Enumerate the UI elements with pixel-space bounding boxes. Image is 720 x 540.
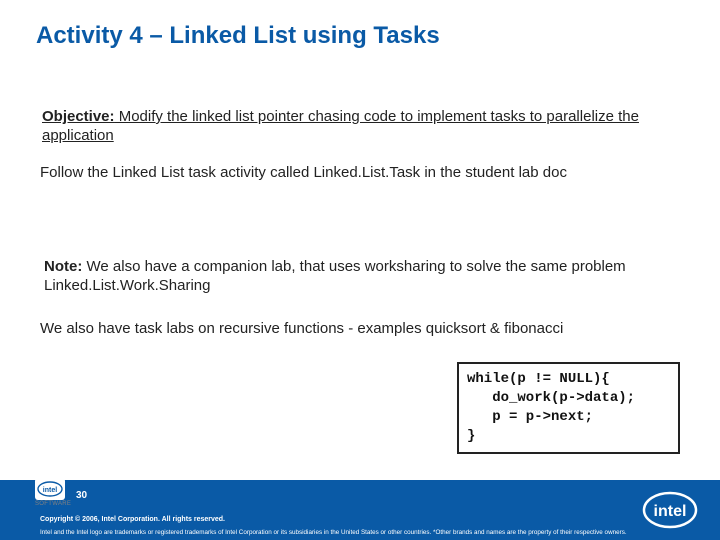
copyright-text: Copyright © 2006, Intel Corporation. All… (40, 516, 225, 523)
slide-title: Activity 4 – Linked List using Tasks (36, 22, 440, 50)
note-paragraph: Note: We also have a companion lab, that… (44, 258, 664, 296)
software-label: SOFTWARE (35, 501, 71, 507)
intel-logo-large-icon: intel (642, 490, 698, 530)
objective-label: Objective: (42, 108, 115, 125)
svg-text:intel: intel (43, 487, 57, 494)
footer-band: intel SOFTWARE 30 Copyright © 2006, Inte… (0, 480, 720, 540)
task-labs-paragraph: We also have task labs on recursive func… (40, 320, 660, 339)
follow-paragraph: Follow the Linked List task activity cal… (40, 164, 660, 183)
svg-text:intel: intel (654, 503, 687, 520)
trademark-text: Intel and the Intel logo are trademarks … (40, 529, 680, 536)
objective-paragraph: Objective: Modify the linked list pointe… (42, 108, 662, 146)
objective-text: Modify the linked list pointer chasing c… (42, 108, 639, 144)
page-number: 30 (76, 490, 87, 501)
note-text: We also have a companion lab, that uses … (44, 258, 626, 294)
note-label: Note: (44, 258, 82, 275)
code-snippet-box: while(p != NULL){ do_work(p->data); p = … (457, 362, 680, 454)
intel-logo-small-icon: intel (35, 478, 65, 500)
slide: Activity 4 – Linked List using Tasks Obj… (0, 0, 720, 540)
